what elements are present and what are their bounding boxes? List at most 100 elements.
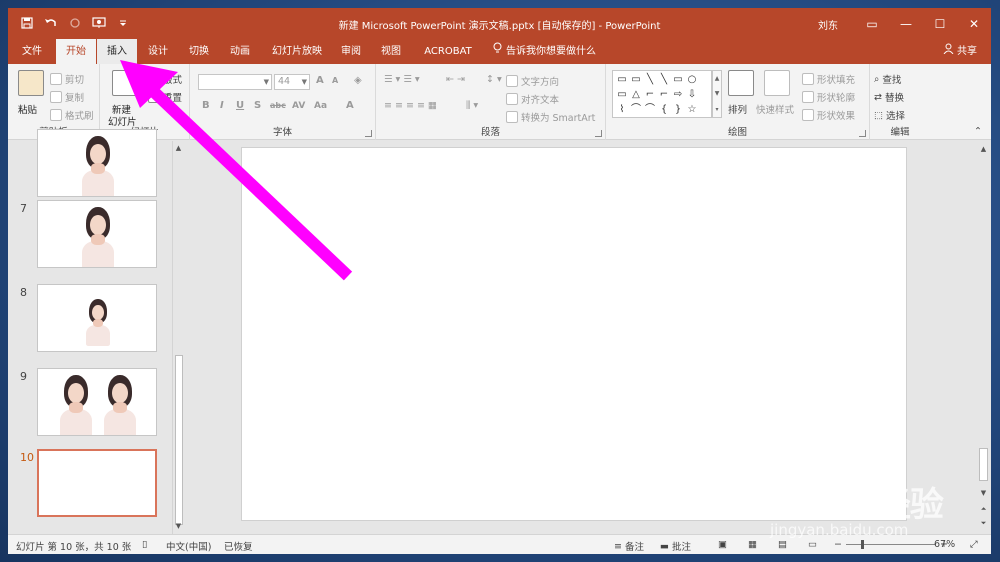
font-name-combo[interactable]: ▼ bbox=[198, 74, 272, 90]
shape-option[interactable]: ▭ bbox=[671, 72, 685, 87]
maximize-icon[interactable]: ☐ bbox=[923, 8, 957, 39]
arrange-icon[interactable] bbox=[728, 70, 754, 96]
scroll-up-icon[interactable]: ▲ bbox=[978, 144, 989, 155]
grow-font-button[interactable]: A bbox=[316, 75, 324, 86]
select-button[interactable]: ⬚ 选择 bbox=[874, 108, 905, 123]
thumbnails-scrollbar[interactable]: ▲ ▼ bbox=[172, 141, 184, 534]
tab-file[interactable]: 文件 bbox=[14, 39, 50, 64]
tab-design[interactable]: 设计 bbox=[140, 39, 176, 64]
slide-sorter-icon[interactable]: ▦ bbox=[748, 539, 757, 550]
collapse-ribbon-icon[interactable]: ⌃ bbox=[974, 126, 982, 137]
thumbnails-scroll-thumb[interactable] bbox=[175, 355, 183, 525]
tab-transitions[interactable]: 切换 bbox=[181, 39, 217, 64]
shape-option[interactable]: ▭ bbox=[615, 87, 629, 102]
presentation-start-icon[interactable] bbox=[90, 14, 108, 32]
shape-option[interactable]: ⌐ bbox=[643, 87, 657, 102]
shape-option[interactable]: ⇩ bbox=[685, 87, 699, 102]
cut-button[interactable]: 剪切 bbox=[50, 72, 84, 86]
close-icon[interactable]: ✕ bbox=[957, 8, 991, 39]
indent-icons[interactable]: ⇤ ⇥ bbox=[446, 74, 465, 85]
save-icon[interactable] bbox=[18, 14, 36, 32]
slide-thumbnail[interactable] bbox=[37, 284, 157, 352]
shadow-button[interactable]: S bbox=[254, 100, 261, 111]
format-painter-button[interactable]: 格式刷 bbox=[50, 108, 94, 122]
next-slide-icon[interactable]: ⏷ bbox=[978, 518, 989, 529]
shape-option[interactable] bbox=[699, 72, 713, 87]
shape-option[interactable]: { bbox=[657, 102, 671, 117]
shape-option[interactable] bbox=[699, 102, 713, 117]
paste-button[interactable]: 粘贴 bbox=[18, 102, 37, 116]
text-direction-button[interactable]: 文字方向 bbox=[506, 74, 559, 88]
shape-option[interactable] bbox=[699, 87, 713, 102]
shape-option[interactable]: ╲ bbox=[657, 72, 671, 87]
ribbon-display-options-icon[interactable]: ▭ bbox=[855, 8, 889, 39]
shape-option[interactable]: } bbox=[671, 102, 685, 117]
italic-button[interactable]: I bbox=[220, 100, 224, 111]
slide-thumbnail[interactable] bbox=[37, 200, 157, 268]
font-size-combo[interactable]: 44 ▼ bbox=[274, 74, 310, 90]
shrink-font-button[interactable]: A bbox=[332, 76, 338, 85]
bold-button[interactable]: B bbox=[202, 100, 210, 111]
scroll-down-icon[interactable]: ▼ bbox=[978, 488, 989, 499]
copy-button[interactable]: 复制 bbox=[50, 90, 84, 104]
shape-effects-button[interactable]: 形状效果 bbox=[802, 108, 855, 122]
shapes-gallery[interactable]: ▭ ▭ ╲ ╲ ▭ ○ ▭ △ ⌐ ⌐ ⇨ ⇩ ⌇ ⌒ ⌒{} ☆ bbox=[612, 70, 712, 118]
line-spacing-icon[interactable]: ↕ ▾ bbox=[486, 74, 502, 85]
tab-review[interactable]: 审阅 bbox=[334, 39, 368, 64]
user-name[interactable]: 刘东 bbox=[818, 17, 838, 32]
redo-icon[interactable] bbox=[66, 14, 84, 32]
tab-slideshow[interactable]: 幻灯片放映 bbox=[266, 39, 328, 64]
tab-home[interactable]: 开始 bbox=[56, 39, 96, 64]
reset-button[interactable]: 重置 bbox=[148, 90, 182, 104]
editor-scroll-thumb[interactable] bbox=[979, 448, 988, 481]
paragraph-launcher-icon[interactable] bbox=[595, 130, 602, 137]
smartart-button[interactable]: 转换为 SmartArt bbox=[506, 110, 595, 124]
quick-styles-button[interactable]: 快速样式 bbox=[756, 102, 794, 116]
tab-view[interactable]: 视图 bbox=[374, 39, 408, 64]
shape-option[interactable]: ⌒ bbox=[643, 102, 657, 117]
new-slide-icon[interactable] bbox=[112, 70, 138, 96]
shapes-gallery-scroll[interactable]: ▲ ▼ ▾ bbox=[712, 70, 722, 118]
tab-acrobat[interactable]: ACROBAT bbox=[418, 39, 478, 64]
shape-option[interactable]: ☆ bbox=[685, 102, 699, 117]
shape-option[interactable]: △ bbox=[629, 87, 643, 102]
replace-button[interactable]: ⇄ 替换 bbox=[874, 90, 904, 105]
fit-slide-icon[interactable]: ⤢ bbox=[970, 539, 978, 550]
shape-option[interactable]: ⇨ bbox=[671, 87, 685, 102]
tab-insert[interactable]: 插入 bbox=[97, 39, 137, 64]
slide-thumbnail[interactable] bbox=[37, 368, 157, 436]
scroll-up-icon[interactable]: ▲ bbox=[173, 143, 184, 154]
layout-button[interactable]: 版式 bbox=[148, 72, 182, 86]
clear-format-icon[interactable]: ◈ bbox=[354, 75, 362, 86]
shape-option[interactable]: ▭ bbox=[629, 72, 643, 87]
shape-outline-button[interactable]: 形状轮廓 bbox=[802, 90, 855, 104]
strikethrough-button[interactable]: abc bbox=[270, 101, 286, 110]
shape-option[interactable]: ╲ bbox=[643, 72, 657, 87]
change-case-button[interactable]: Aa bbox=[314, 101, 327, 111]
share-button[interactable]: 共享 bbox=[943, 39, 977, 64]
font-launcher-icon[interactable] bbox=[365, 130, 372, 137]
language-indicator[interactable]: 中文(中国) bbox=[166, 539, 211, 553]
align-text-button[interactable]: 对齐文本 bbox=[506, 92, 559, 106]
minimize-icon[interactable]: — bbox=[889, 8, 923, 39]
customize-icon[interactable] bbox=[114, 14, 132, 32]
editor-scrollbar[interactable]: ▲ ▼ ⏶ ⏷ bbox=[976, 141, 991, 534]
tell-me-box[interactable]: 告诉我你想要做什么 bbox=[493, 39, 596, 64]
char-spacing-button[interactable]: AV bbox=[292, 101, 305, 111]
shape-option[interactable]: ⌒ bbox=[629, 102, 643, 117]
drawing-launcher-icon[interactable] bbox=[859, 130, 866, 137]
bullets-icon[interactable]: ☰ ▾ ☰ ▾ bbox=[384, 74, 420, 85]
tab-animations[interactable]: 动画 bbox=[222, 39, 258, 64]
find-button[interactable]: ⌕ 查找 bbox=[874, 72, 901, 87]
scroll-down-icon[interactable]: ▼ bbox=[173, 521, 184, 532]
font-color-button[interactable]: A bbox=[346, 100, 354, 111]
shape-option[interactable]: ⌐ bbox=[657, 87, 671, 102]
slide-thumbnail[interactable] bbox=[37, 129, 157, 197]
undo-icon[interactable] bbox=[42, 14, 60, 32]
align-icons[interactable]: ≡ ≡ ≡ ≡ ▦ bbox=[384, 100, 437, 111]
paste-icon[interactable] bbox=[18, 70, 44, 96]
shape-fill-button[interactable]: 形状填充 bbox=[802, 72, 855, 86]
underline-button[interactable]: U bbox=[236, 100, 244, 111]
shape-option[interactable]: ⌇ bbox=[615, 102, 629, 117]
quick-styles-icon[interactable] bbox=[764, 70, 790, 96]
